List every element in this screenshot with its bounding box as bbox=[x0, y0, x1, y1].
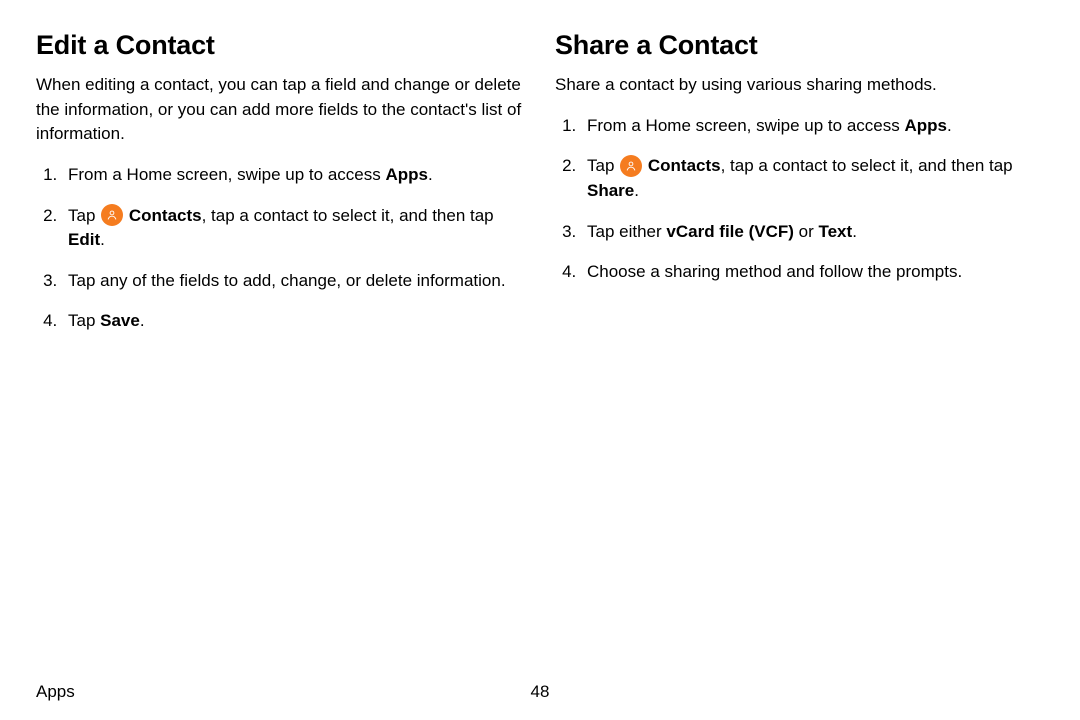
left-column: Edit a Contact When editing a contact, y… bbox=[36, 30, 525, 674]
list-item: Tap Save. bbox=[62, 309, 525, 334]
step-text: From a Home screen, swipe up to access bbox=[587, 116, 904, 135]
step-text: . bbox=[852, 222, 857, 241]
edit-contact-heading: Edit a Contact bbox=[36, 30, 525, 61]
step-text: , tap a contact to select it, and then t… bbox=[721, 156, 1013, 175]
list-item: Tap any of the fields to add, change, or… bbox=[62, 269, 525, 294]
bold-text: Share bbox=[587, 181, 634, 200]
bold-text: Contacts bbox=[648, 156, 721, 175]
right-column: Share a Contact Share a contact by using… bbox=[555, 30, 1044, 674]
list-item: From a Home screen, swipe up to access A… bbox=[581, 114, 1044, 139]
step-text: . bbox=[634, 181, 639, 200]
two-column-layout: Edit a Contact When editing a contact, y… bbox=[36, 30, 1044, 674]
share-contact-intro: Share a contact by using various sharing… bbox=[555, 73, 1044, 98]
step-text: Tap bbox=[587, 156, 619, 175]
page: Edit a Contact When editing a contact, y… bbox=[0, 0, 1080, 720]
bold-text: Apps bbox=[385, 165, 428, 184]
bold-text: Edit bbox=[68, 230, 100, 249]
share-contact-steps: From a Home screen, swipe up to access A… bbox=[555, 114, 1044, 285]
list-item: Tap Contacts, tap a contact to select it… bbox=[62, 204, 525, 253]
step-text: Tap bbox=[68, 311, 100, 330]
bold-text: Apps bbox=[904, 116, 947, 135]
step-text: Choose a sharing method and follow the p… bbox=[587, 262, 962, 281]
list-item: Tap either vCard file (VCF) or Text. bbox=[581, 220, 1044, 245]
step-text: . bbox=[100, 230, 105, 249]
step-text: Tap bbox=[68, 206, 100, 225]
bold-text: vCard file (VCF) bbox=[666, 222, 794, 241]
list-item: Choose a sharing method and follow the p… bbox=[581, 260, 1044, 285]
share-contact-heading: Share a Contact bbox=[555, 30, 1044, 61]
list-item: Tap Contacts, tap a contact to select it… bbox=[581, 154, 1044, 203]
bold-text: Contacts bbox=[129, 206, 202, 225]
contacts-icon bbox=[101, 204, 123, 226]
list-item: From a Home screen, swipe up to access A… bbox=[62, 163, 525, 188]
step-text: or bbox=[794, 222, 819, 241]
footer-page-number: 48 bbox=[531, 682, 550, 702]
step-text: From a Home screen, swipe up to access bbox=[68, 165, 385, 184]
contacts-icon bbox=[620, 155, 642, 177]
step-text: . bbox=[428, 165, 433, 184]
bold-text: Text bbox=[818, 222, 852, 241]
step-text: , tap a contact to select it, and then t… bbox=[202, 206, 494, 225]
footer-section-label: Apps bbox=[36, 682, 75, 702]
step-text: . bbox=[947, 116, 952, 135]
bold-text: Save bbox=[100, 311, 140, 330]
edit-contact-steps: From a Home screen, swipe up to access A… bbox=[36, 163, 525, 334]
page-footer: Apps 48 bbox=[36, 674, 1044, 702]
edit-contact-intro: When editing a contact, you can tap a fi… bbox=[36, 73, 525, 147]
step-text: Tap either bbox=[587, 222, 666, 241]
step-text: Tap any of the fields to add, change, or… bbox=[68, 271, 506, 290]
step-text: . bbox=[140, 311, 145, 330]
